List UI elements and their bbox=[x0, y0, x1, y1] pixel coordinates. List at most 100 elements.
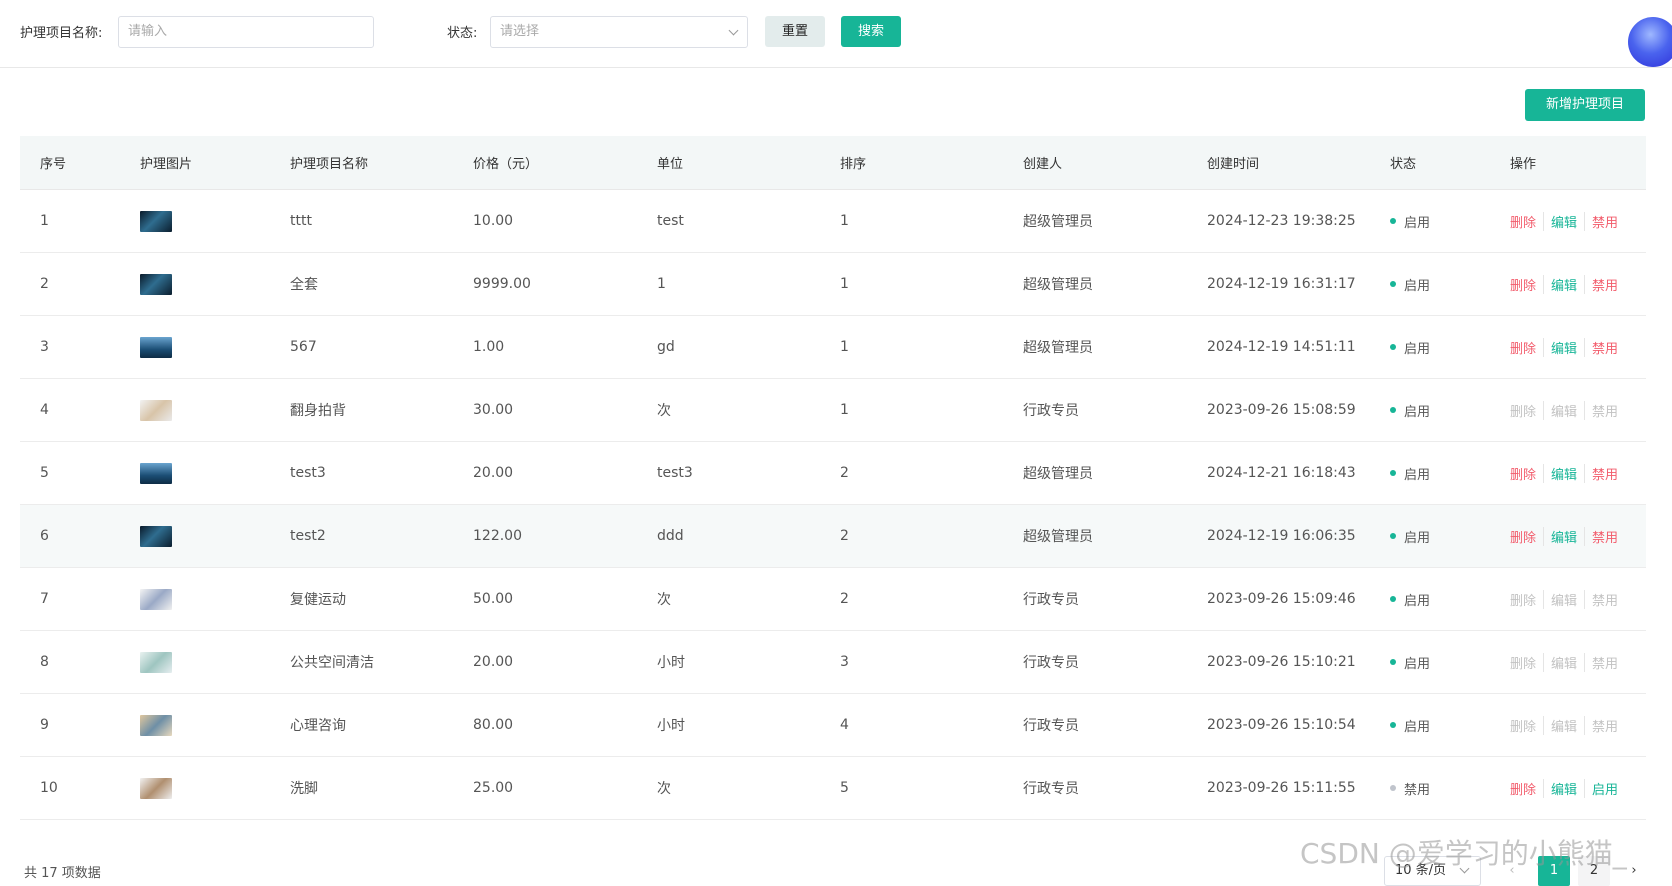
search-button[interactable]: 搜索 bbox=[841, 16, 901, 47]
table-row: 5 test3 20.00 test3 2 超级管理员 2024-12-21 16:18:4… bbox=[20, 442, 1646, 505]
header-sort: 排序 bbox=[840, 157, 867, 172]
delete-button[interactable]: 删除 bbox=[1510, 212, 1543, 231]
table-row: 10 洗脚 25.00 次 5 行政专员 2023-09-26 15:11:55 禁用 删除 编辑… bbox=[20, 757, 1646, 820]
care-item-thumbnail[interactable] bbox=[140, 525, 172, 547]
cell-no: 5 bbox=[40, 465, 49, 481]
cell-image bbox=[140, 190, 172, 252]
header-name: 护理项目名称 bbox=[290, 157, 369, 172]
toggle-status-button[interactable]: 禁用 bbox=[1584, 589, 1625, 609]
toggle-status-button[interactable]: 禁用 bbox=[1584, 652, 1625, 672]
cell-created-time: 2023-09-26 15:09:46 bbox=[1207, 591, 1356, 607]
delete-button[interactable]: 删除 bbox=[1510, 527, 1543, 546]
reset-button[interactable]: 重置 bbox=[765, 16, 825, 47]
cell-price: 25.00 bbox=[473, 780, 514, 796]
cell-actions: 删除 编辑 启用 bbox=[1510, 757, 1625, 819]
cell-name: test2 bbox=[290, 528, 326, 544]
delete-button[interactable]: 删除 bbox=[1510, 716, 1543, 735]
toggle-status-button[interactable]: 禁用 bbox=[1584, 337, 1625, 357]
cell-sort: 1 bbox=[840, 402, 849, 418]
toggle-status-button[interactable]: 禁用 bbox=[1584, 274, 1625, 294]
toggle-status-button[interactable]: 禁用 bbox=[1584, 400, 1625, 420]
cell-creator: 行政专员 bbox=[1023, 403, 1079, 419]
toggle-status-button[interactable]: 禁用 bbox=[1584, 526, 1625, 546]
edit-button[interactable]: 编辑 bbox=[1543, 715, 1584, 735]
cell-price: 30.00 bbox=[473, 402, 514, 418]
cell-created-time: 2023-09-26 15:08:59 bbox=[1207, 402, 1356, 418]
cell-creator: 行政专员 bbox=[1023, 781, 1079, 797]
status-filter-select[interactable]: 请选择 bbox=[490, 16, 748, 48]
cell-created-time: 2024-12-23 19:38:25 bbox=[1207, 213, 1356, 229]
delete-button[interactable]: 删除 bbox=[1510, 464, 1543, 483]
toggle-status-button[interactable]: 禁用 bbox=[1584, 463, 1625, 483]
status-text: 启用 bbox=[1404, 341, 1431, 357]
cell-status: 启用 bbox=[1390, 631, 1430, 693]
header-creator: 创建人 bbox=[1023, 157, 1063, 172]
delete-button[interactable]: 删除 bbox=[1510, 653, 1543, 672]
cell-name: tttt bbox=[290, 213, 312, 229]
care-item-thumbnail[interactable] bbox=[140, 588, 172, 610]
cell-actions: 删除 编辑 禁用 bbox=[1510, 568, 1625, 630]
status-dot-icon bbox=[1390, 722, 1396, 728]
avatar[interactable] bbox=[1628, 17, 1672, 67]
toggle-status-button[interactable]: 禁用 bbox=[1584, 211, 1625, 231]
cell-actions: 删除 编辑 禁用 bbox=[1510, 505, 1625, 567]
edit-button[interactable]: 编辑 bbox=[1543, 526, 1584, 546]
cell-created-time: 2023-09-26 15:11:55 bbox=[1207, 780, 1356, 796]
edit-button[interactable]: 编辑 bbox=[1543, 778, 1584, 798]
cell-image bbox=[140, 379, 172, 441]
cell-price: 9999.00 bbox=[473, 276, 531, 292]
cell-no: 2 bbox=[40, 276, 49, 292]
edit-button[interactable]: 编辑 bbox=[1543, 274, 1584, 294]
edit-button[interactable]: 编辑 bbox=[1543, 463, 1584, 483]
care-item-thumbnail[interactable] bbox=[140, 714, 172, 736]
delete-button[interactable]: 删除 bbox=[1510, 338, 1543, 357]
care-item-thumbnail[interactable] bbox=[140, 462, 172, 484]
cell-creator: 超级管理员 bbox=[1023, 466, 1093, 482]
edit-button[interactable]: 编辑 bbox=[1543, 652, 1584, 672]
delete-button[interactable]: 删除 bbox=[1510, 401, 1543, 420]
status-dot-icon bbox=[1390, 281, 1396, 287]
edit-button[interactable]: 编辑 bbox=[1543, 400, 1584, 420]
name-filter-input[interactable]: 请输入 bbox=[118, 16, 374, 48]
cell-actions: 删除 编辑 禁用 bbox=[1510, 190, 1625, 252]
status-text: 启用 bbox=[1404, 215, 1431, 231]
name-filter-label: 护理项目名称: bbox=[20, 26, 103, 41]
care-item-thumbnail[interactable] bbox=[140, 399, 172, 421]
delete-button[interactable]: 删除 bbox=[1510, 590, 1543, 609]
cell-actions: 删除 编辑 禁用 bbox=[1510, 316, 1625, 378]
table-row: 9 心理咨询 80.00 小时 4 行政专员 2023-09-26 15:10:54 启用 删除… bbox=[20, 694, 1646, 757]
add-care-item-button[interactable]: 新增护理项目 bbox=[1525, 89, 1645, 121]
cell-created-time: 2023-09-26 15:10:21 bbox=[1207, 654, 1356, 670]
status-dot-icon bbox=[1390, 344, 1396, 350]
cell-unit: 次 bbox=[657, 592, 671, 608]
status-text: 启用 bbox=[1404, 593, 1431, 609]
cell-status: 启用 bbox=[1390, 694, 1430, 756]
cell-no: 1 bbox=[40, 213, 49, 229]
toggle-status-button[interactable]: 启用 bbox=[1584, 778, 1625, 798]
edit-button[interactable]: 编辑 bbox=[1543, 589, 1584, 609]
cell-sort: 5 bbox=[840, 780, 849, 796]
toggle-status-button[interactable]: 禁用 bbox=[1584, 715, 1625, 735]
status-dot-icon bbox=[1390, 407, 1396, 413]
care-item-thumbnail[interactable] bbox=[140, 210, 172, 232]
cell-status: 启用 bbox=[1390, 190, 1430, 252]
delete-button[interactable]: 删除 bbox=[1510, 275, 1543, 294]
status-text: 启用 bbox=[1404, 719, 1431, 735]
care-item-thumbnail[interactable] bbox=[140, 777, 172, 799]
cell-sort: 2 bbox=[840, 528, 849, 544]
edit-button[interactable]: 编辑 bbox=[1543, 337, 1584, 357]
delete-button[interactable]: 删除 bbox=[1510, 779, 1543, 798]
cell-creator: 行政专员 bbox=[1023, 592, 1079, 608]
care-item-thumbnail[interactable] bbox=[140, 651, 172, 673]
care-item-thumbnail[interactable] bbox=[140, 336, 172, 358]
cell-name: 全套 bbox=[290, 277, 318, 293]
cell-sort: 3 bbox=[840, 654, 849, 670]
cell-status: 启用 bbox=[1390, 253, 1430, 315]
cell-creator: 行政专员 bbox=[1023, 655, 1079, 671]
status-text: 禁用 bbox=[1404, 782, 1431, 798]
table-row: 4 翻身拍背 30.00 次 1 行政专员 2023-09-26 15:08:59 启用 删除编… bbox=[20, 379, 1646, 442]
cell-status: 禁用 bbox=[1390, 757, 1430, 819]
cell-unit: 次 bbox=[657, 403, 671, 419]
edit-button[interactable]: 编辑 bbox=[1543, 211, 1584, 231]
care-item-thumbnail[interactable] bbox=[140, 273, 172, 295]
